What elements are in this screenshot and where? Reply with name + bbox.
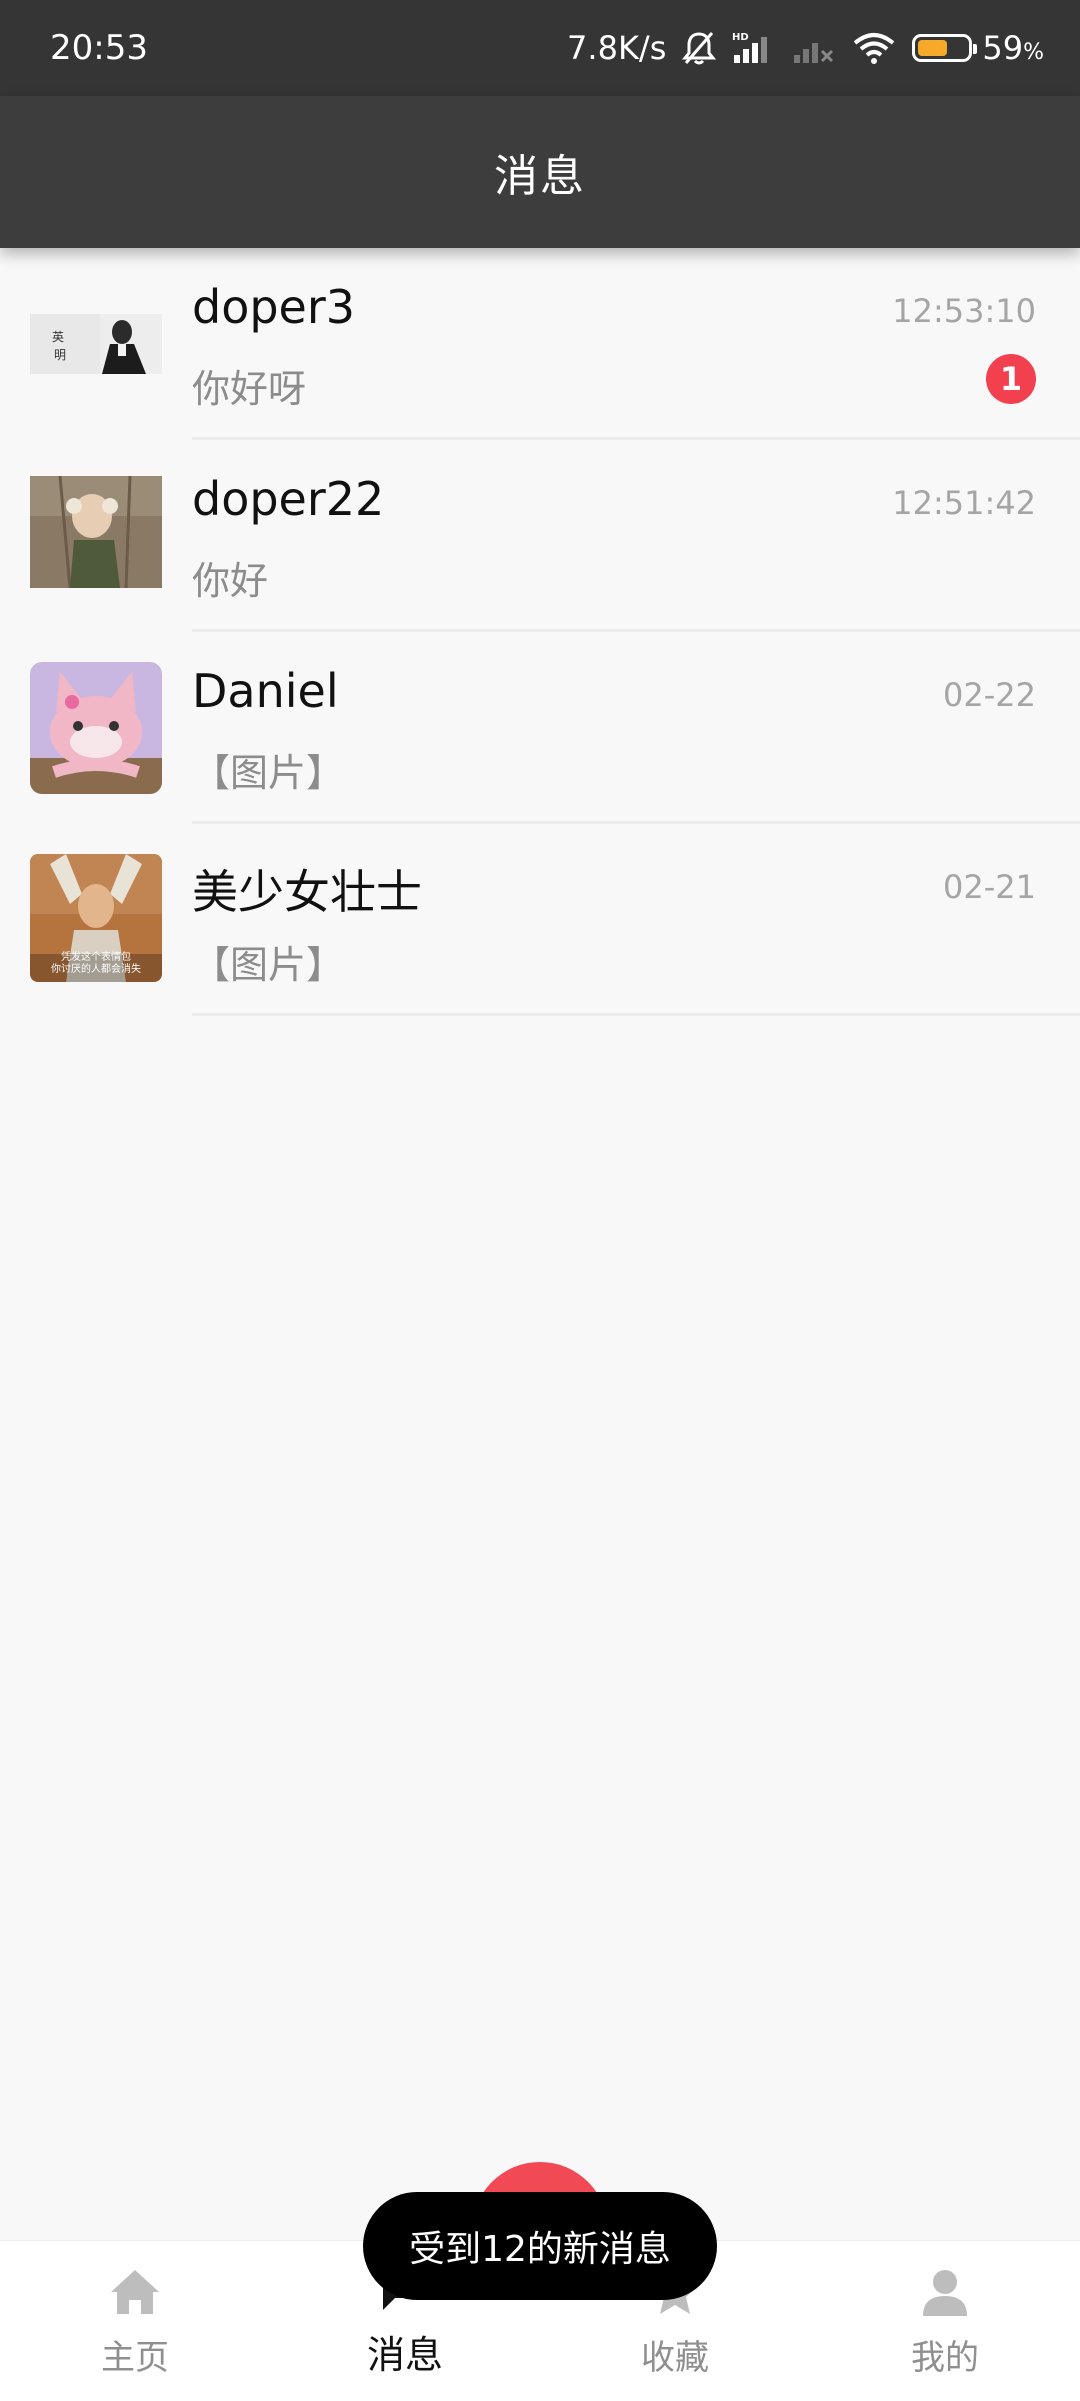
toast-text: 受到12的新消息 bbox=[409, 2229, 671, 2270]
conversation-list: 英 明 doper3 你好呀 12:53:10 1 doper22 你好 12:… bbox=[0, 248, 1080, 1016]
page-title: 消息 bbox=[494, 151, 586, 202]
status-time: 20:53 bbox=[50, 28, 148, 68]
nav-label: 我的 bbox=[911, 2338, 979, 2378]
wifi-icon bbox=[852, 31, 896, 65]
conversation-time: 12:51:42 bbox=[892, 484, 1036, 522]
avatar[interactable]: 英 明 bbox=[30, 314, 162, 374]
conversation-time: 12:53:10 bbox=[892, 292, 1036, 330]
conversation-item-doper22[interactable]: doper22 你好 12:51:42 bbox=[0, 440, 1080, 632]
signal-off-icon bbox=[792, 31, 836, 65]
status-icons: 7.8K/s HD 59% bbox=[567, 29, 1044, 67]
bell-muted-icon bbox=[682, 30, 717, 66]
battery-unit: % bbox=[1023, 40, 1044, 65]
nav-label: 消息 bbox=[366, 2333, 443, 2377]
battery-percent: 59 bbox=[982, 29, 1024, 67]
hd-signal-icon: HD bbox=[732, 31, 776, 65]
person-icon bbox=[923, 2270, 967, 2316]
nav-label: 收藏 bbox=[641, 2338, 709, 2378]
app-header: 消息 bbox=[0, 96, 1080, 248]
avatar[interactable]: 凭发这个表情包 你讨厌的人都会消失 bbox=[30, 854, 162, 982]
conversation-name: doper22 bbox=[192, 472, 385, 526]
conversation-name: 美少女壮士 bbox=[192, 865, 422, 919]
conversation-time: 02-21 bbox=[943, 868, 1036, 906]
conversation-preview: 你好 bbox=[192, 559, 269, 603]
conversation-item-meishaonv[interactable]: 凭发这个表情包 你讨厌的人都会消失 美少女壮士 【图片】 02-21 bbox=[0, 824, 1080, 1016]
svg-text:HD: HD bbox=[732, 32, 749, 43]
conversation-preview: 【图片】 bbox=[192, 751, 345, 795]
conversation-time: 02-22 bbox=[943, 676, 1036, 714]
conversation-name: doper3 bbox=[192, 280, 356, 334]
avatar-caption: 凭发这个表情包 你讨厌的人都会消失 bbox=[51, 952, 141, 975]
battery-icon: 59% bbox=[912, 29, 1044, 67]
status-bar: 20:53 7.8K/s HD 59% bbox=[0, 0, 1080, 96]
unread-badge: 1 bbox=[986, 354, 1036, 404]
conversation-preview: 【图片】 bbox=[192, 943, 345, 987]
toast-notification: 受到12的新消息 bbox=[363, 2192, 717, 2300]
conversation-preview: 你好呀 bbox=[192, 367, 307, 411]
nav-item-home[interactable]: 主页 bbox=[0, 2241, 270, 2401]
home-icon bbox=[111, 2270, 159, 2314]
conversation-item-doper3[interactable]: 英 明 doper3 你好呀 12:53:10 1 bbox=[0, 248, 1080, 440]
avatar-caption: 英 bbox=[52, 330, 65, 344]
nav-item-profile[interactable]: 我的 bbox=[810, 2241, 1080, 2401]
divider bbox=[192, 1013, 1080, 1016]
conversation-item-daniel[interactable]: Daniel 【图片】 02-22 bbox=[0, 632, 1080, 824]
nav-label: 主页 bbox=[101, 2338, 169, 2378]
network-speed: 7.8K/s bbox=[567, 29, 667, 67]
avatar[interactable] bbox=[30, 476, 162, 588]
conversation-name: Daniel bbox=[192, 664, 339, 718]
avatar-caption: 明 bbox=[54, 348, 67, 362]
avatar[interactable] bbox=[30, 662, 162, 794]
